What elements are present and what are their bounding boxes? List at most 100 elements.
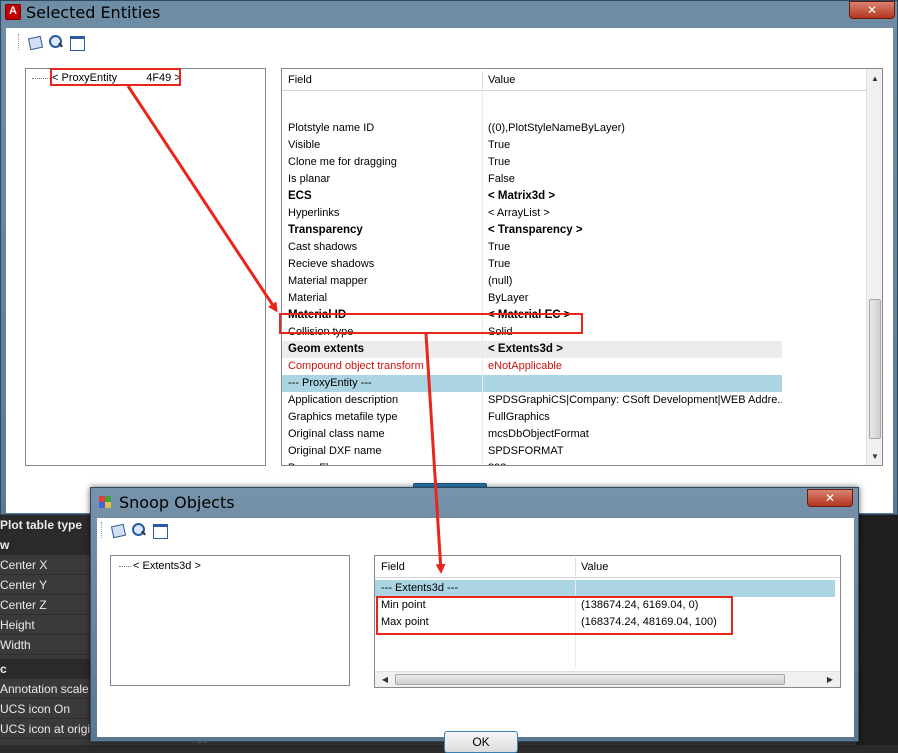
cell-field: Compound object transform xyxy=(288,360,424,372)
table-row[interactable]: Hyperlinks < ArrayList > xyxy=(282,205,782,222)
tree-node-extents3d[interactable]: < Extents3d > xyxy=(119,560,201,572)
column-divider xyxy=(482,91,483,465)
snoop-window-title: Snoop Objects xyxy=(119,493,235,512)
palette-row[interactable]: Width xyxy=(0,635,100,655)
table-row[interactable]: Is planar False xyxy=(282,171,782,188)
palette-row-label: Plot table type xyxy=(0,518,83,532)
column-header-field[interactable]: Field xyxy=(375,556,575,578)
scroll-up-arrow-icon[interactable]: ▲ xyxy=(867,71,882,87)
palette-row-label: Width xyxy=(0,638,31,652)
snoop-close-button[interactable]: ✕ xyxy=(807,489,853,507)
column-header-value[interactable]: Value xyxy=(482,69,782,91)
table-row[interactable]: Proxy Flags893 xyxy=(282,460,782,465)
scroll-down-arrow-icon[interactable]: ▼ xyxy=(867,449,882,465)
tree-node-label: < Extents3d > xyxy=(133,560,201,572)
window-icon[interactable] xyxy=(152,522,168,539)
table-row[interactable]: Plotstyle name ID ((0),PlotStyleNameByLay… xyxy=(282,120,782,137)
cell-value: < Matrix3d > xyxy=(488,190,556,202)
table-row[interactable]: Recieve shadows True xyxy=(282,256,782,273)
column-header-field[interactable]: Field xyxy=(282,69,482,91)
table-row[interactable]: Geom extents < Extents3d > xyxy=(282,341,782,358)
window-icon[interactable] xyxy=(69,34,85,51)
table-row[interactable]: Compound object transform eNotApplicable xyxy=(282,358,782,375)
table-row[interactable]: Cast shadows True xyxy=(282,239,782,256)
scroll-thumb[interactable] xyxy=(395,674,785,685)
snoop-title-bar[interactable]: Snoop Objects ✕ xyxy=(91,488,858,512)
palette-row[interactable]: UCS icon at origin xyxy=(0,719,100,739)
palette-row-label: w xyxy=(0,538,10,552)
table-row[interactable]: Material ByLayer xyxy=(282,290,782,307)
properties-palette: Plot table type w Center X Center Y Cent… xyxy=(0,515,100,745)
table-row[interactable]: Clone me for dragging True xyxy=(282,154,782,171)
cell-value xyxy=(482,375,782,392)
table-row[interactable]: Original class name mcsDbObjectFormat xyxy=(282,426,782,443)
table-row[interactable]: --- ProxyEntity --- xyxy=(282,375,782,392)
column-header-value[interactable]: Value xyxy=(575,556,835,578)
cell-field: Hyperlinks xyxy=(288,207,340,219)
palette-row[interactable]: UCS icon On xyxy=(0,699,100,719)
palette-row-label: Height xyxy=(0,618,35,632)
cell-value: < Transparency > xyxy=(488,224,583,236)
property-grid[interactable]: Field Value Plotstyle name ID ((0),PlotSt… xyxy=(281,68,883,466)
cell-field: Clone me for dragging xyxy=(288,156,397,168)
scroll-left-arrow-icon[interactable]: ◀ xyxy=(377,672,393,687)
cell-field: Original DXF name xyxy=(288,445,382,457)
table-row[interactable]: Application description SPDSGraphiCS|Comp… xyxy=(282,392,782,409)
dialog-client-area: < ProxyEntity 4F49 > Field Value Plotsty… xyxy=(6,28,893,513)
horizontal-scrollbar[interactable]: ◀ ▶ xyxy=(375,671,840,687)
cell-value: (null) xyxy=(488,275,513,287)
cell-field: Cast shadows xyxy=(288,241,358,253)
bin-file-icon[interactable] xyxy=(110,522,126,538)
table-row[interactable]: --- Extents3d --- xyxy=(375,580,835,597)
cell-value: SPDSFORMAT xyxy=(488,445,564,457)
palette-row-label: UCS icon at origin xyxy=(0,722,97,736)
cell-value: True xyxy=(488,258,511,270)
palette-row[interactable]: w xyxy=(0,535,100,555)
window-title: Selected Entities xyxy=(26,3,161,22)
palette-row-label: UCS icon On xyxy=(0,702,71,716)
grid-header: Field Value xyxy=(282,69,866,91)
close-button[interactable]: ✕ xyxy=(849,1,895,19)
table-row[interactable]: Transparency < Transparency > xyxy=(282,222,782,239)
title-bar[interactable]: Selected Entities ✕ xyxy=(1,1,897,25)
table-row[interactable]: ECS < Matrix3d > xyxy=(282,188,782,205)
cell-value: True xyxy=(488,156,511,168)
highlight-box-min-max-points xyxy=(376,596,733,635)
table-row[interactable]: Material mapper (null) xyxy=(282,273,782,290)
cell-value: 893 xyxy=(482,460,782,465)
cell-field: Transparency xyxy=(288,224,363,236)
table-row[interactable]: Visible True xyxy=(282,137,782,154)
palette-row[interactable]: Center Z xyxy=(0,595,100,615)
cell-field: Material xyxy=(288,292,328,304)
palette-row-label: c xyxy=(0,662,7,676)
zoom-icon[interactable] xyxy=(131,522,147,538)
cell-field: Proxy Flags xyxy=(282,460,482,465)
cell-value xyxy=(575,580,835,597)
drawing-area-background xyxy=(856,515,898,745)
tree-connector xyxy=(32,77,50,79)
zoom-icon[interactable] xyxy=(48,34,64,50)
palette-row[interactable]: Plot table type xyxy=(0,515,100,535)
cell-field: Application description xyxy=(288,394,399,406)
palette-row[interactable]: c xyxy=(0,659,100,679)
ok-button[interactable]: OK xyxy=(444,731,518,753)
highlight-box-tree-node xyxy=(50,68,181,86)
vertical-scrollbar[interactable]: ▲ ▼ xyxy=(866,69,882,465)
cell-field: Original class name xyxy=(288,428,385,440)
scroll-thumb[interactable] xyxy=(869,299,881,439)
bin-file-icon[interactable] xyxy=(27,34,43,50)
palette-row[interactable]: Height xyxy=(0,615,100,635)
snoop-tree[interactable]: < Extents3d > xyxy=(110,555,350,686)
toolbar-grip xyxy=(101,522,103,538)
palette-row[interactable]: Annotation scale xyxy=(0,679,100,699)
palette-row[interactable]: Center Y xyxy=(0,575,100,595)
entity-tree[interactable]: < ProxyEntity 4F49 > xyxy=(25,68,266,466)
table-row[interactable]: Original DXF name SPDSFORMAT xyxy=(282,443,782,460)
cell-field: --- Extents3d --- xyxy=(375,580,575,597)
cell-field: Visible xyxy=(288,139,321,151)
table-row[interactable]: Graphics metafile type FullGraphics xyxy=(282,409,782,426)
palette-row-label: Center Y xyxy=(0,578,48,592)
scroll-right-arrow-icon[interactable]: ▶ xyxy=(822,672,838,687)
palette-row[interactable]: Center X xyxy=(0,555,100,575)
cell-value: True xyxy=(488,241,511,253)
